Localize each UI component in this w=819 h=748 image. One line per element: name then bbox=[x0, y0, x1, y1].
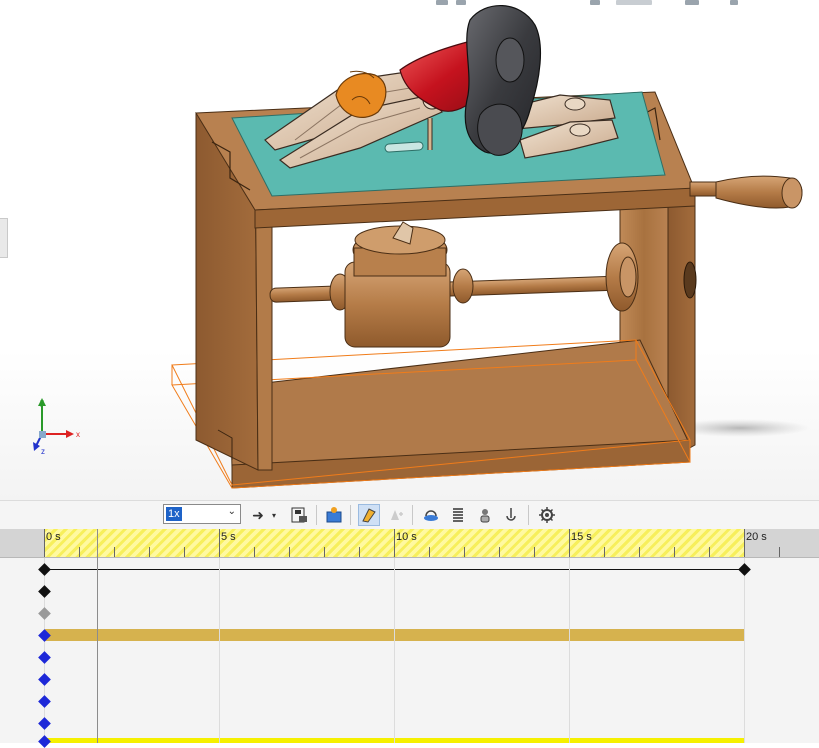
triad-z-label: z bbox=[41, 447, 45, 456]
ruler-minor-tick bbox=[149, 547, 150, 557]
ruler-minor-tick bbox=[114, 547, 115, 557]
timeline-gridline bbox=[569, 558, 570, 743]
chevron-down-icon[interactable]: ⌄ bbox=[228, 506, 236, 517]
ruler-minor-tick bbox=[289, 547, 290, 557]
ruler-tick-label: 5 s bbox=[221, 531, 236, 543]
ruler-minor-tick bbox=[499, 547, 500, 557]
rear-pulley bbox=[683, 261, 697, 299]
timeline-track-area[interactable] bbox=[44, 558, 819, 743]
ruler-major-tick bbox=[569, 529, 570, 557]
ruler-minor-tick bbox=[429, 547, 430, 557]
ruler-minor-tick bbox=[464, 547, 465, 557]
playback-speed-value: 1x bbox=[166, 507, 182, 521]
triad-x-label: x bbox=[76, 430, 80, 439]
ruler-major-tick bbox=[44, 529, 45, 557]
ruler-minor-tick bbox=[254, 547, 255, 557]
ruler-tick-label: 20 s bbox=[746, 531, 767, 543]
timeline-gridline bbox=[219, 558, 220, 743]
autokey-icon[interactable] bbox=[358, 504, 380, 526]
figure-hip bbox=[477, 103, 523, 156]
ruler-major-tick bbox=[744, 529, 745, 557]
triad-y-label: y bbox=[40, 398, 44, 407]
ruler-minor-tick bbox=[184, 547, 185, 557]
ruler-minor-tick bbox=[709, 547, 710, 557]
time-bar[interactable] bbox=[96, 529, 98, 743]
ruler-minor-tick bbox=[639, 547, 640, 557]
motion-study-properties-icon[interactable] bbox=[536, 504, 558, 526]
pulley-hub bbox=[619, 256, 637, 298]
ruler-tick-label: 0 s bbox=[46, 531, 61, 543]
assembly-model[interactable] bbox=[0, 0, 819, 500]
ruler-major-tick bbox=[219, 529, 220, 557]
motor-icon[interactable] bbox=[420, 504, 442, 526]
motion-manager-toolbar: 1x ⌄ ➜ ▾ bbox=[0, 500, 819, 530]
ruler-minor-tick bbox=[79, 547, 80, 557]
ruler-minor-tick bbox=[534, 547, 535, 557]
figure-head[interactable] bbox=[335, 70, 387, 118]
ruler-tick-label: 10 s bbox=[396, 531, 417, 543]
gravity-icon[interactable] bbox=[500, 504, 522, 526]
shaft-collar-right[interactable] bbox=[452, 268, 474, 304]
feature-tree-gutter bbox=[0, 558, 44, 743]
time-ruler[interactable]: 0 s 5 s 10 s 15 s 20 s bbox=[0, 529, 819, 558]
ruler-minor-tick bbox=[324, 547, 325, 557]
contact-icon[interactable] bbox=[474, 504, 496, 526]
dropdown-arrow-icon[interactable]: ▾ bbox=[268, 504, 280, 526]
save-animation-icon[interactable] bbox=[288, 504, 310, 526]
timeline-gridline bbox=[394, 558, 395, 743]
ruler-minor-tick bbox=[359, 547, 360, 557]
ruler-major-tick bbox=[394, 529, 395, 557]
ruler-tick-label: 15 s bbox=[571, 531, 592, 543]
motion-timeline[interactable]: 0 s 5 s 10 s 15 s 20 s bbox=[0, 529, 819, 748]
graphics-viewport[interactable]: y x z bbox=[0, 0, 819, 500]
ruler-minor-tick bbox=[604, 547, 605, 557]
spring-icon[interactable] bbox=[447, 504, 469, 526]
ruler-minor-tick bbox=[779, 547, 780, 557]
figure-joint bbox=[495, 37, 525, 83]
play-forward-icon[interactable]: ➜ bbox=[247, 504, 269, 526]
coordinate-triad: y x z bbox=[33, 398, 80, 456]
add-update-key-icon[interactable] bbox=[385, 504, 407, 526]
handle-knob bbox=[781, 177, 803, 209]
ruler-minor-tick bbox=[674, 547, 675, 557]
timeline-gridline bbox=[744, 558, 745, 743]
animation-wizard-icon[interactable] bbox=[323, 504, 345, 526]
playback-speed-select[interactable]: 1x ⌄ bbox=[163, 504, 241, 524]
